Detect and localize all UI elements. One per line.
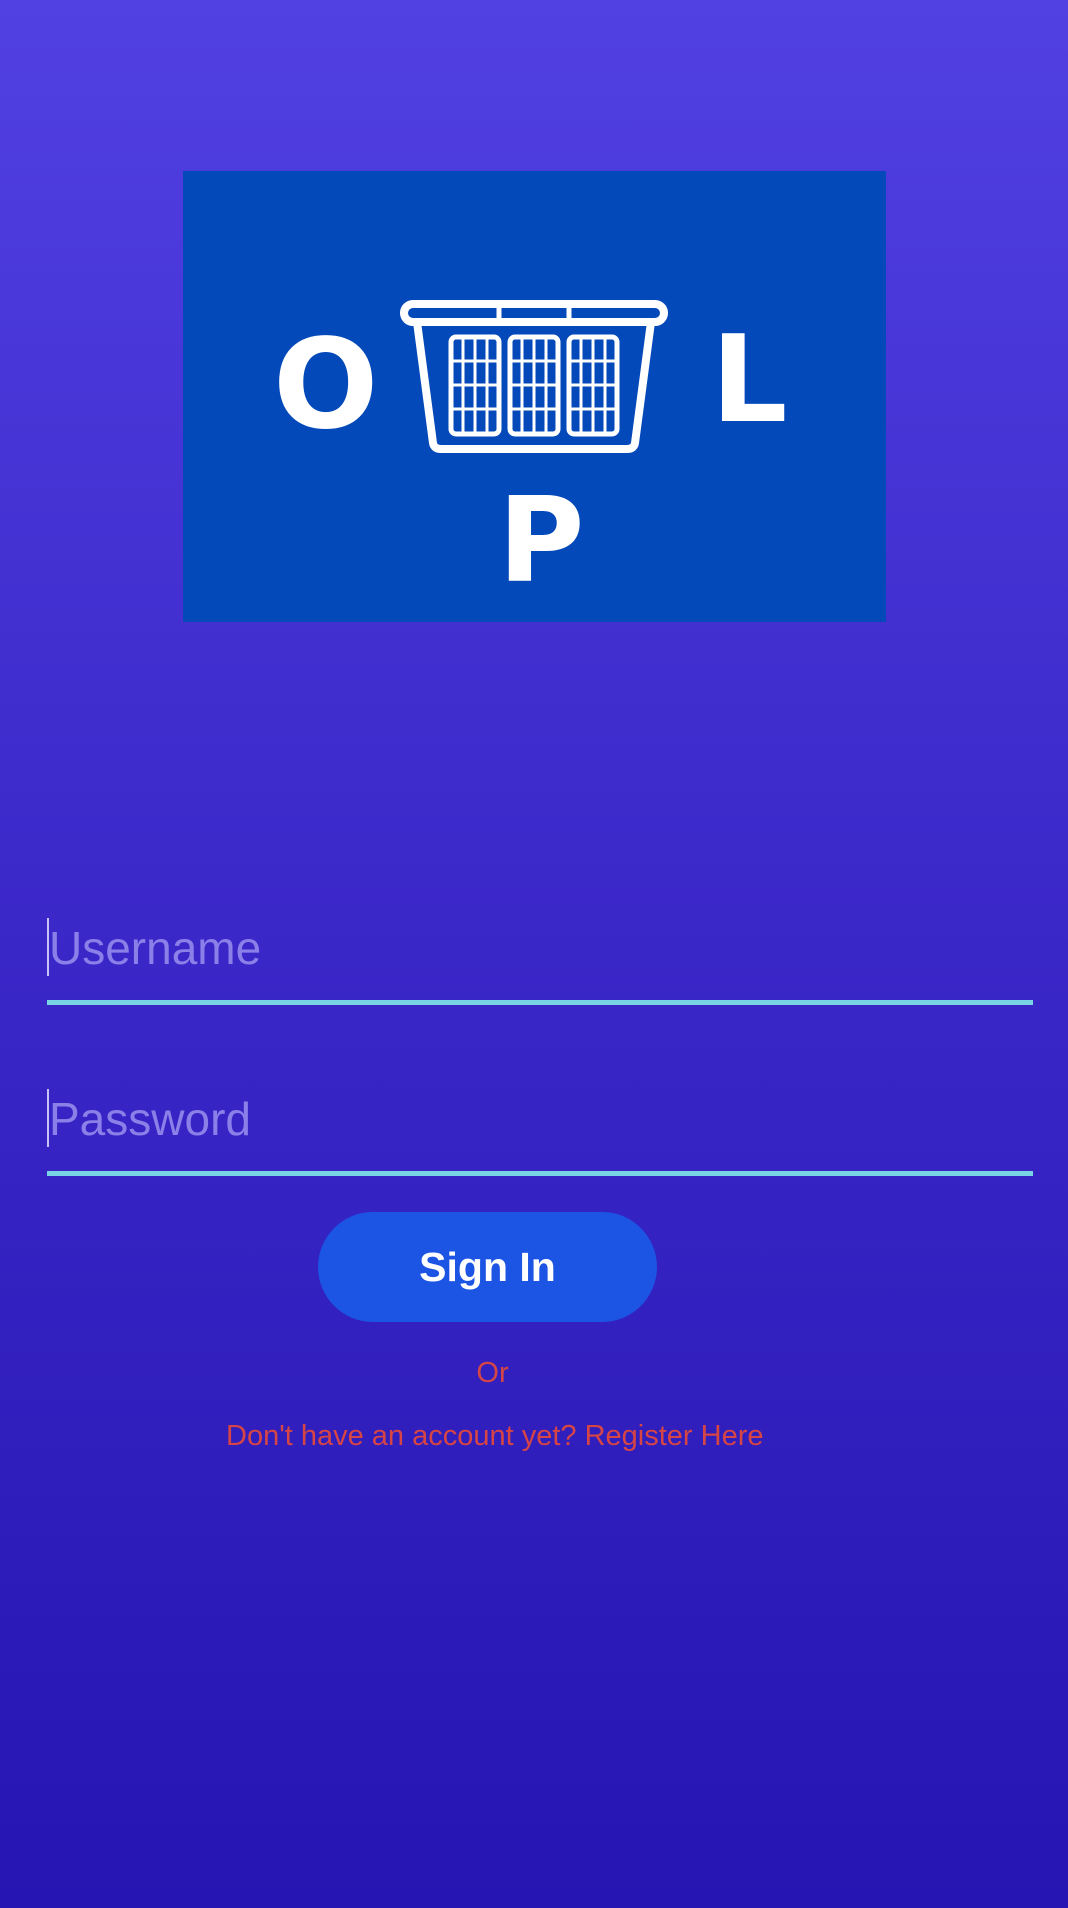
password-field[interactable] bbox=[47, 1087, 1033, 1176]
app-logo: O L P bbox=[183, 171, 886, 622]
sign-in-button[interactable]: Sign In bbox=[318, 1212, 657, 1322]
username-input[interactable] bbox=[49, 916, 1009, 980]
or-separator: Or bbox=[476, 1357, 509, 1389]
logo-letter-o: O bbox=[273, 313, 379, 457]
username-field[interactable] bbox=[47, 916, 1033, 1005]
register-link[interactable]: Don't have an account yet? Register Here bbox=[226, 1420, 764, 1453]
password-input[interactable] bbox=[49, 1087, 1009, 1151]
laundry-basket-icon bbox=[400, 300, 668, 453]
logo-letter-p: P bbox=[498, 471, 585, 609]
logo-letter-l: L bbox=[711, 311, 788, 450]
